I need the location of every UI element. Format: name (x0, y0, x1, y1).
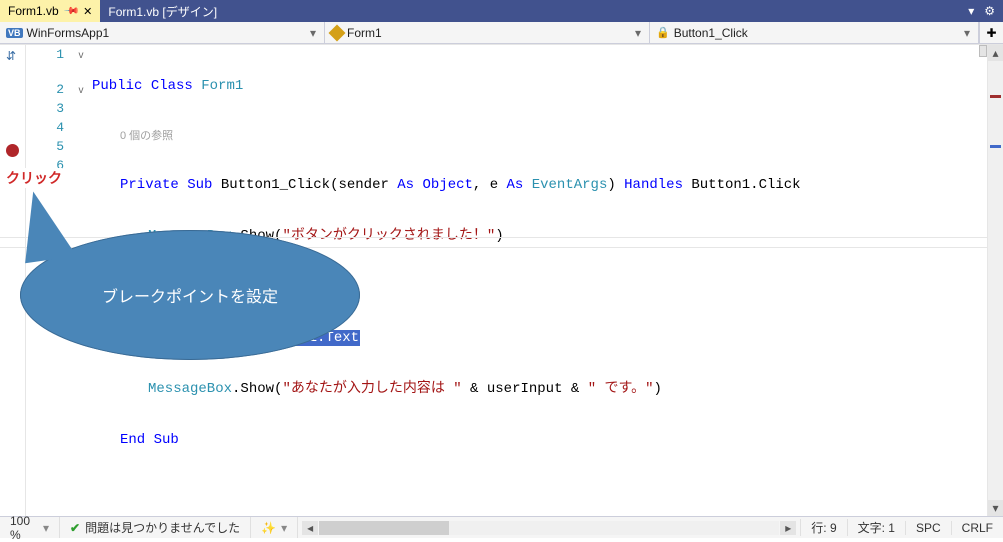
split-view-button[interactable]: ✚ (979, 22, 1003, 43)
horizontal-scrollbar[interactable]: ◂ ▸ (298, 517, 800, 538)
code-token: ) (654, 381, 662, 397)
zoom-label: 100 % (10, 514, 38, 542)
code-token: "あなたが入力した内容は " (282, 381, 461, 397)
overview-breakpoint-mark (990, 95, 1001, 98)
check-icon: ✔ (70, 521, 80, 535)
code-token: "ボタンがクリックされました！" (282, 228, 495, 244)
hscroll-thumb[interactable] (319, 521, 449, 535)
code-token: " です。" (588, 381, 654, 397)
codelens-references[interactable]: 0 個の参照 (92, 128, 1003, 144)
wand-icon: ✨ (261, 521, 276, 535)
nav-class-dropdown[interactable]: Form1 ▾ (325, 22, 650, 43)
chevron-down-icon[interactable]: ▾ (635, 26, 645, 40)
nav-method-label: Button1_Click (674, 26, 748, 40)
annotation-click-label: クリック (6, 168, 62, 188)
pin-icon[interactable]: 📌 (63, 3, 80, 20)
tab-overflow-dropdown-icon[interactable]: ▾ (968, 4, 974, 18)
code-token: Handles (624, 177, 683, 193)
code-editor[interactable]: ⇵ 1 2 3 4 5 6 v v Public Class Form1 0 個… (0, 44, 1003, 516)
code-token: ) (495, 228, 503, 244)
code-token: EventArgs (523, 177, 607, 193)
caret-col-label: 文字: 1 (858, 519, 895, 536)
line-number: 5 (26, 137, 64, 156)
code-token: ) (607, 177, 624, 193)
scroll-down-button[interactable]: ▾ (988, 500, 1003, 516)
code-token: .Show( (232, 381, 282, 397)
nav-project-label: WinFormsApp1 (27, 26, 110, 40)
code-token: Button1.Click (683, 177, 801, 193)
indent-mode-label: SPC (916, 521, 941, 535)
line-number: 3 (26, 99, 64, 118)
code-token: (sender (330, 177, 397, 193)
line-ending-label: CRLF (962, 521, 993, 535)
zoom-level[interactable]: 100 % ▾ (0, 517, 60, 538)
caret-col[interactable]: 文字: 1 (847, 519, 905, 536)
code-token: Button1_Click (221, 177, 330, 193)
document-tab-bar: Form1.vb 📌 ✕ Form1.vb [デザイン] ▾ ⚙ (0, 0, 1003, 22)
code-token: Private (120, 177, 179, 193)
breakpoint-gutter[interactable]: ⇵ (0, 45, 26, 516)
annotation-callout-text: ブレークポイントを設定 (102, 283, 278, 307)
fold-toggle-icon[interactable]: v (74, 81, 88, 100)
lock-icon: 🔒 (656, 26, 670, 39)
line-number: 1 (26, 45, 64, 64)
code-token: End Sub (120, 432, 179, 448)
line-number: 2 (26, 80, 64, 99)
error-status[interactable]: ✔ 問題は見つかりませんでした (60, 517, 251, 538)
vb-badge-icon: VB (6, 28, 23, 38)
gear-icon[interactable]: ⚙ (984, 4, 995, 18)
scroll-right-button[interactable]: ▸ (780, 521, 796, 535)
class-icon (329, 24, 346, 41)
line-number: 4 (26, 118, 64, 137)
code-token: Form1 (201, 78, 243, 94)
chevron-down-icon[interactable]: ▾ (310, 26, 320, 40)
scroll-up-button[interactable]: ▴ (988, 45, 1003, 61)
code-token: & userInput & (462, 381, 588, 397)
overview-selection-mark (990, 145, 1001, 148)
tab-label: Form1.vb [デザイン] (108, 3, 217, 20)
quick-actions[interactable]: ✨ ▾ (251, 517, 298, 538)
editor-splitter-handle[interactable] (979, 45, 987, 57)
tab-label: Form1.vb (8, 4, 59, 18)
code-token: As (397, 177, 414, 193)
status-bar: 100 % ▾ ✔ 問題は見つかりませんでした ✨ ▾ ◂ ▸ 行: 9 文字:… (0, 516, 1003, 538)
breakpoint-marker[interactable] (6, 144, 19, 160)
code-token: Object (414, 177, 473, 193)
nav-class-label: Form1 (347, 26, 382, 40)
code-token: , e (473, 177, 507, 193)
indent-mode[interactable]: SPC (905, 521, 951, 535)
caret-line-label: 行: 9 (811, 519, 836, 536)
nav-project-dropdown[interactable]: VB WinFormsApp1 ▾ (0, 22, 325, 43)
code-token: As (507, 177, 524, 193)
error-status-label: 問題は見つかりませんでした (85, 519, 240, 536)
scroll-left-button[interactable]: ◂ (302, 521, 318, 535)
code-token: Public (92, 78, 142, 94)
vertical-scrollbar[interactable]: ▴ ▾ (987, 45, 1003, 516)
nav-method-dropdown[interactable]: 🔒 Button1_Click ▾ (650, 22, 979, 43)
fold-toggle-icon[interactable]: v (74, 46, 88, 65)
chevron-down-icon[interactable]: ▾ (43, 521, 49, 535)
chevron-down-icon[interactable]: ▾ (281, 521, 287, 535)
chevron-down-icon[interactable]: ▾ (964, 26, 974, 40)
code-token: MessageBox (148, 381, 232, 397)
hscroll-track[interactable] (319, 521, 779, 535)
close-icon[interactable]: ✕ (83, 5, 92, 18)
annotation-callout: ブレークポイントを設定 (20, 230, 360, 360)
tab-form1-design[interactable]: Form1.vb [デザイン] (100, 0, 225, 22)
code-token: Class (151, 78, 193, 94)
tab-form1-vb[interactable]: Form1.vb 📌 ✕ (0, 0, 100, 22)
structure-icon[interactable]: ⇵ (6, 49, 16, 63)
caret-line[interactable]: 行: 9 (800, 519, 846, 536)
navigation-bar: VB WinFormsApp1 ▾ Form1 ▾ 🔒 Button1_Clic… (0, 22, 1003, 44)
line-ending[interactable]: CRLF (951, 521, 1003, 535)
code-token: Sub (187, 177, 212, 193)
